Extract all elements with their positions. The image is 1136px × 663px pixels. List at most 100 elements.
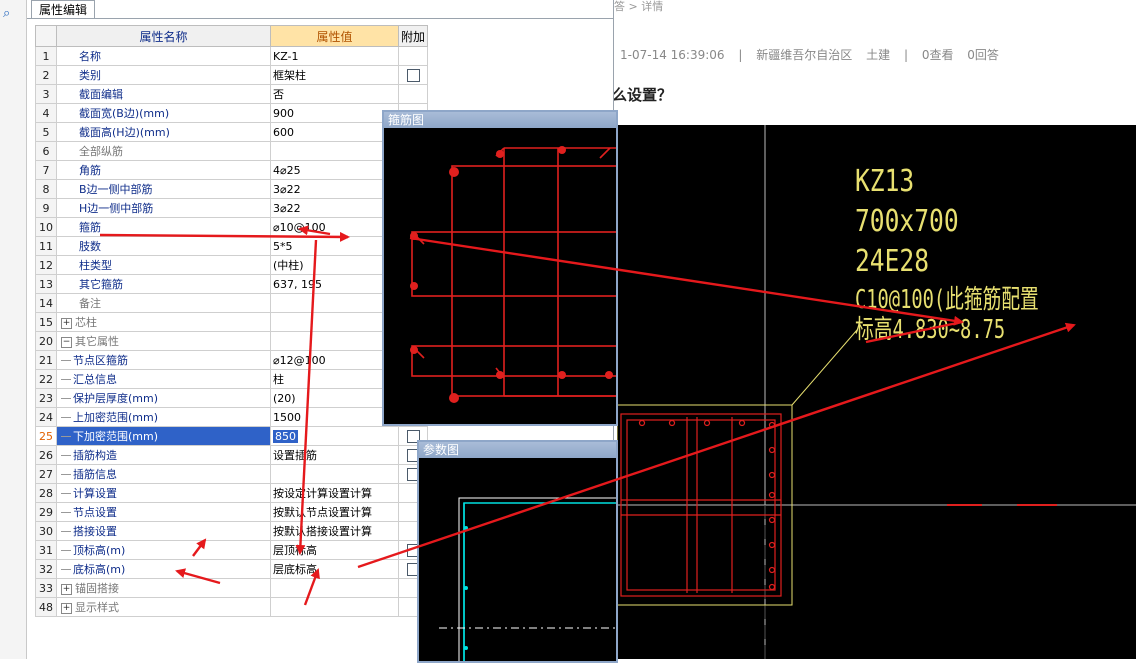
search-icon[interactable]: ⌕ [3,6,10,21]
property-name-cell[interactable]: 名称 [56,46,271,66]
property-value[interactable]: 900 [273,107,294,120]
property-value[interactable]: 框架柱 [273,69,306,82]
property-value-cell[interactable]: 5*5 [270,236,399,256]
property-value-cell[interactable]: 设置插筋 [270,445,399,465]
property-value[interactable]: 1500 [273,411,301,424]
property-value-cell[interactable]: 3⌀22 [270,198,399,218]
property-name-cell[interactable]: 其它箍筋 [56,274,271,294]
table-row[interactable]: 10 箍筋 ⌀10@100 [35,217,428,237]
property-value[interactable]: 层底标高 [273,563,317,576]
property-value[interactable]: 3⌀22 [273,202,301,215]
parameter-window-title[interactable]: 参数图 [419,442,616,458]
property-name-cell[interactable]: 箍筋 [56,217,271,237]
expand-icon[interactable]: + [61,602,72,614]
property-name-cell[interactable]: 保护层厚度(mm) [56,388,271,408]
property-name-cell[interactable]: 节点区箍筋 [56,350,271,370]
property-value-cell[interactable] [270,331,399,351]
property-value[interactable]: 5*5 [273,240,293,253]
table-row[interactable]: 1 名称 KZ-1 [35,46,428,66]
property-value[interactable]: 850 [273,429,298,443]
extra-checkbox[interactable] [406,68,420,82]
property-value[interactable]: ⌀10@100 [273,221,326,234]
property-name-cell[interactable]: 插筋信息 [56,464,271,484]
table-row[interactable]: 32 底标高(m) 层底标高 [35,559,428,579]
property-name-cell[interactable]: + 锚固搭接 [56,578,271,598]
property-value[interactable]: 设置插筋 [273,449,317,462]
property-name-cell[interactable]: 柱类型 [56,255,271,275]
property-name-cell[interactable]: H边一侧中部筋 [56,198,271,218]
property-value-cell[interactable]: (20) [270,388,399,408]
property-value-cell[interactable]: (中柱) [270,255,399,275]
property-value[interactable]: KZ-1 [273,50,299,63]
table-row[interactable]: 29 节点设置 按默认节点设置计算 [35,502,428,522]
table-row[interactable]: 26 插筋构造 设置插筋 [35,445,428,465]
property-value-cell[interactable]: 按默认节点设置计算 [270,502,399,522]
table-row[interactable]: 7 角筋 4⌀25 [35,160,428,180]
table-row[interactable]: 13 其它箍筋 637, 195 [35,274,428,294]
property-value[interactable]: 按默认节点设置计算 [273,506,372,519]
table-row[interactable]: 11 肢数 5*5 [35,236,428,256]
property-value[interactable]: (20) [273,392,296,405]
header-extra[interactable]: 附加 [398,25,428,47]
property-name-cell[interactable]: 搭接设置 [56,521,271,541]
expand-icon[interactable]: + [61,583,72,595]
table-row[interactable]: 8 B边一侧中部筋 3⌀22 [35,179,428,199]
property-value[interactable]: (中柱) [273,259,304,272]
table-row[interactable]: 9 H边一侧中部筋 3⌀22 [35,198,428,218]
property-value-cell[interactable] [270,464,399,484]
property-value-cell[interactable]: 637, 195 [270,274,399,294]
property-name-cell[interactable]: B边一侧中部筋 [56,179,271,199]
property-name-cell[interactable]: 汇总信息 [56,369,271,389]
tab-property-edit[interactable]: 属性编辑 [31,0,95,19]
property-value[interactable]: 3⌀22 [273,183,301,196]
property-value-cell[interactable]: 850 [270,426,399,446]
property-value[interactable]: 按设定计算设置计算 [273,487,372,500]
property-value-cell[interactable]: 柱 [270,369,399,389]
parameter-diagram-window[interactable]: 参数图 [417,440,618,663]
stirrup-diagram-window[interactable]: 箍筋图 [382,110,618,426]
table-row[interactable]: 15 + 芯柱 [35,312,428,332]
property-name-cell[interactable]: 节点设置 [56,502,271,522]
header-property-name[interactable]: 属性名称 [56,25,271,47]
property-value-cell[interactable]: 层顶标高 [270,540,399,560]
table-row[interactable]: 2 类别 框架柱 [35,65,428,85]
property-name-cell[interactable]: − 其它属性 [56,331,271,351]
property-value[interactable]: 4⌀25 [273,164,301,177]
property-value-cell[interactable]: 按默认搭接设置计算 [270,521,399,541]
table-row[interactable]: 6 全部纵筋 [35,141,428,161]
property-value-cell[interactable]: 否 [270,84,399,104]
table-row[interactable]: 25 下加密范围(mm) 850 [35,426,428,446]
property-value-cell[interactable]: ⌀12@100 [270,350,399,370]
property-name-cell[interactable]: 底标高(m) [56,559,271,579]
collapse-icon[interactable]: − [61,336,72,348]
property-value-cell[interactable] [270,141,399,161]
property-name-cell[interactable]: + 显示样式 [56,597,271,617]
property-value[interactable]: 600 [273,126,294,139]
property-value-cell[interactable]: ⌀10@100 [270,217,399,237]
property-name-cell[interactable]: 截面高(H边)(mm) [56,122,271,142]
property-name-cell[interactable]: 顶标高(m) [56,540,271,560]
expand-icon[interactable]: + [61,317,72,329]
property-value[interactable]: 637, 195 [273,278,322,291]
property-name-cell[interactable]: 下加密范围(mm) [56,426,271,446]
header-property-value[interactable]: 属性值 [270,25,399,47]
property-value-cell[interactable]: 900 [270,103,399,123]
table-row[interactable]: 28 计算设置 按设定计算设置计算 [35,483,428,503]
property-value[interactable]: ⌀12@100 [273,354,326,367]
property-name-cell[interactable]: 类别 [56,65,271,85]
property-name-cell[interactable]: 肢数 [56,236,271,256]
table-row[interactable]: 12 柱类型 (中柱) [35,255,428,275]
property-value-cell[interactable]: KZ-1 [270,46,399,66]
table-row[interactable]: 4 截面宽(B边)(mm) 900 [35,103,428,123]
table-row[interactable]: 20− 其它属性 [35,331,428,351]
property-value-cell[interactable] [270,597,399,617]
table-row[interactable]: 27 插筋信息 [35,464,428,484]
property-value-cell[interactable]: 框架柱 [270,65,399,85]
property-name-cell[interactable]: 备注 [56,293,271,313]
property-value-cell[interactable]: 1500 [270,407,399,427]
table-row[interactable]: 33 + 锚固搭接 [35,578,428,598]
property-value-cell[interactable]: 600 [270,122,399,142]
property-value-cell[interactable]: 层底标高 [270,559,399,579]
table-row[interactable]: 48 + 显示样式 [35,597,428,617]
property-value-cell[interactable] [270,312,399,332]
